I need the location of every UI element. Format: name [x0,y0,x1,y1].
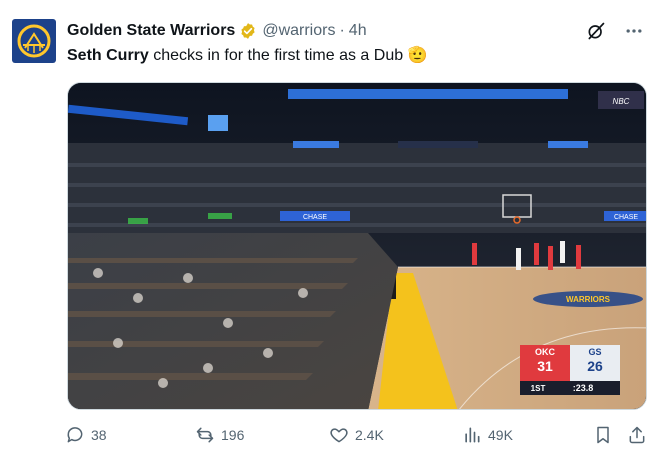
video-player[interactable]: NBC CHASE CHASE WARRIORS OKC 31 GS 26 1S… [67,82,647,410]
nbc-bug-text: NBC [613,97,630,106]
reply-button[interactable]: 38 [65,424,107,446]
team1-name: OKC [535,347,556,357]
small-screen [208,115,228,131]
led-banner-center [398,141,478,148]
like-count: 2.4K [355,427,384,443]
ceiling-led-ring [288,89,568,99]
separator-dot: · [339,22,345,39]
bookmark-icon [597,426,609,444]
grok-icon[interactable] [586,21,606,41]
bookmark-button[interactable] [593,424,613,446]
team2-name: GS [588,347,601,357]
video-frame: NBC CHASE CHASE WARRIORS OKC 31 GS 26 1S… [68,83,646,409]
game-clock: :23.8 [573,383,594,393]
repost-count: 196 [221,427,245,443]
tweet-text: Seth Curry checks in for the first time … [67,45,428,67]
warriors-logo-icon [17,24,51,58]
scoreboard: OKC 31 GS 26 1ST :23.8 [520,345,620,395]
salute-emoji: 🫡 [407,47,428,64]
views-count: 49K [488,427,513,443]
avatar[interactable] [12,19,56,63]
led-banner-mid [293,141,339,148]
tweet-text-rest: checks in for the first time as a Dub [148,47,404,64]
tweet-text-bold: Seth Curry [67,47,149,64]
heart-icon [330,428,348,443]
chase-banner-left-text: CHASE [303,214,327,221]
tweet-actions: 38 196 2.4K 49K [65,424,650,446]
share-button[interactable] [627,424,647,446]
led-banner-right [548,141,588,148]
repost-button[interactable]: 196 [195,424,244,446]
share-icon [629,426,645,444]
author-handle[interactable]: @warriors [262,22,335,40]
views-button[interactable]: 49K [462,424,513,446]
repost-icon [196,427,214,443]
reply-count: 38 [91,427,107,443]
tweet-header: Golden State Warriors @warriors · 4h [67,20,644,42]
court-logo-text: WARRIORS [566,295,611,304]
timestamp[interactable]: 4h [349,22,367,40]
more-options-icon[interactable] [624,21,644,41]
chase-banner-right-text: CHASE [614,214,638,221]
views-chart-icon [465,427,480,443]
like-button[interactable]: 2.4K [329,424,384,446]
verified-badge-icon[interactable] [239,22,257,40]
team1-score: 31 [537,358,553,374]
author-name[interactable]: Golden State Warriors [67,22,235,40]
reply-icon [67,427,83,443]
team2-score: 26 [587,358,603,374]
game-quarter: 1ST [531,384,546,393]
